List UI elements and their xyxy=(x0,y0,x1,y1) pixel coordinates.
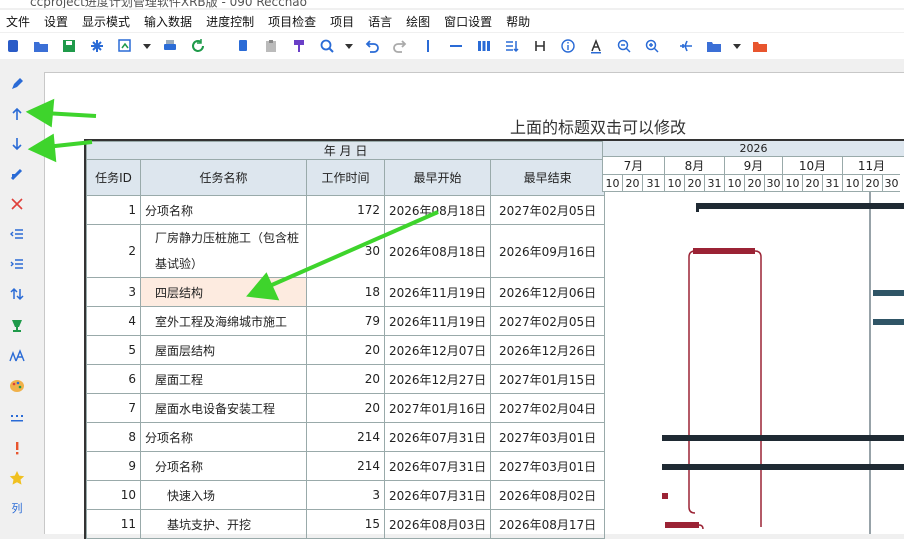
annotation-arrow-row xyxy=(264,210,439,290)
annotation-arrows xyxy=(25,98,439,301)
annotation-arrowhead-row xyxy=(246,272,280,301)
annotation-arrowhead-up xyxy=(25,98,55,128)
annotation-arrowhead-down xyxy=(27,133,57,163)
